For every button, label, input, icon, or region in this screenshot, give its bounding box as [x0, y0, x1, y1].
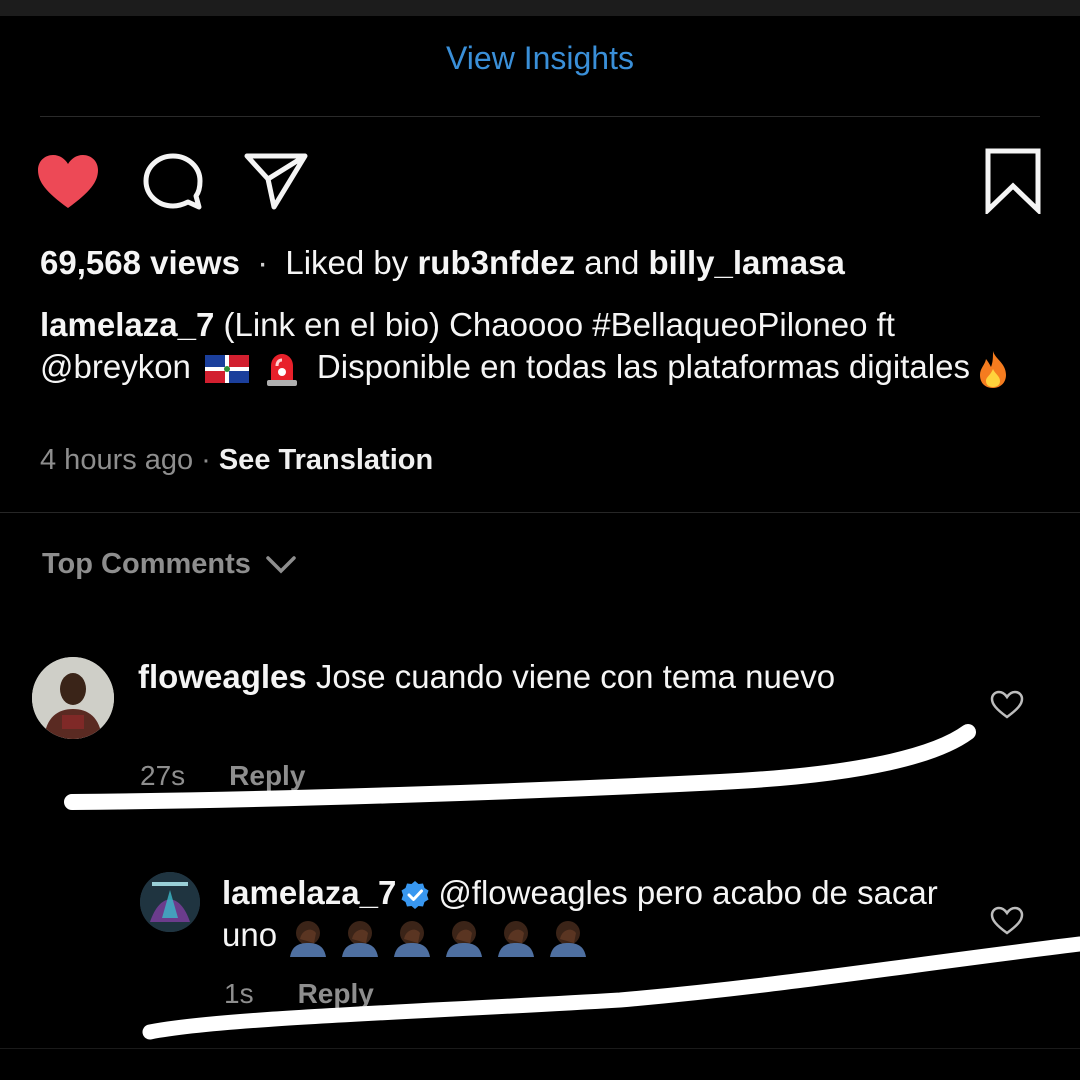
underline-scribble-overlay [64, 724, 1080, 1040]
underline-scribble-1 [64, 724, 976, 810]
underline-scribble-2 [142, 936, 1080, 1040]
